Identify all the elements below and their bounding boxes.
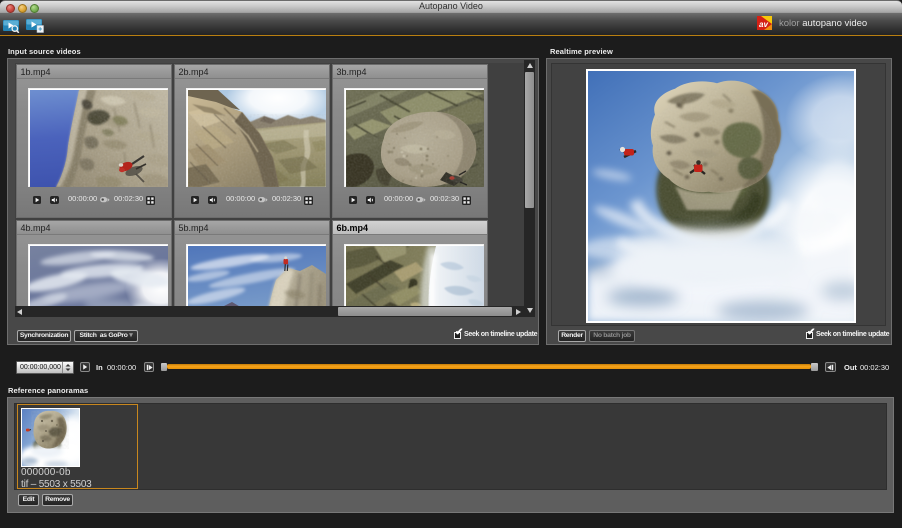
- svg-text:av: av: [759, 20, 768, 29]
